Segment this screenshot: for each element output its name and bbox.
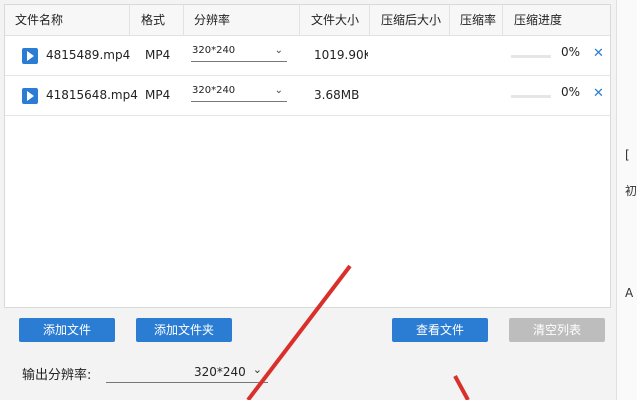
side-text: [ — [625, 148, 630, 162]
side-text: A — [625, 286, 634, 300]
file-format: MP4 — [145, 48, 171, 62]
progress-bar — [511, 55, 551, 58]
header-progress: 压缩进度 — [514, 13, 563, 27]
header-divider — [502, 5, 503, 35]
close-icon[interactable]: ✕ — [593, 46, 604, 61]
resolution-select[interactable]: 320*240 ⌄ — [191, 43, 287, 62]
clear-list-button[interactable]: 清空列表 — [509, 318, 605, 342]
add-file-button[interactable]: 添加文件 — [19, 318, 115, 342]
progress-bar — [511, 95, 551, 98]
table-row[interactable]: 41815648.mp4 MP4 320*240 ⌄ 3.68MB 0% ✕ — [5, 76, 610, 116]
video-compressor-window: 文件名称 格式 分辨率 文件大小 压缩后大小 压缩率 压缩进度 4815489.… — [0, 0, 616, 400]
table-row[interactable]: 4815489.mp4 MP4 320*240 ⌄ 1019.90KB 0% ✕ — [5, 36, 610, 76]
view-file-button[interactable]: 查看文件 — [392, 318, 488, 342]
output-resolution-select[interactable]: 320*240 ⌄ — [106, 362, 268, 383]
file-name: 41815648.mp4 — [46, 88, 138, 102]
header-resolution: 分辨率 — [194, 13, 231, 27]
progress-percent: 0% — [561, 45, 581, 59]
play-video-icon — [22, 48, 38, 64]
header-file-size: 文件大小 — [311, 13, 360, 27]
file-table: 文件名称 格式 分辨率 文件大小 压缩后大小 压缩率 压缩进度 4815489.… — [4, 4, 611, 308]
header-divider — [129, 5, 130, 35]
side-text: 初 — [625, 184, 637, 198]
play-video-icon — [22, 88, 38, 104]
chevron-down-icon: ⌄ — [252, 363, 262, 376]
output-resolution-row: 输出分辨率: 320*240 ⌄ — [20, 362, 268, 384]
chevron-down-icon: ⌄ — [274, 45, 283, 56]
header-ratio: 压缩率 — [460, 13, 497, 27]
chevron-down-icon: ⌄ — [274, 85, 283, 96]
file-size: 1019.90KB — [314, 48, 368, 62]
header-file-name: 文件名称 — [15, 13, 64, 27]
header-divider — [299, 5, 300, 35]
header-format: 格式 — [141, 13, 166, 27]
file-format: MP4 — [145, 88, 171, 102]
file-name: 4815489.mp4 — [46, 48, 131, 62]
header-compressed-size: 压缩后大小 — [381, 13, 442, 27]
close-icon[interactable]: ✕ — [593, 86, 604, 101]
header-divider — [369, 5, 370, 35]
progress-percent: 0% — [561, 85, 581, 99]
resolution-value: 320*240 — [192, 85, 236, 96]
resolution-value: 320*240 — [192, 45, 236, 56]
header-divider — [183, 5, 184, 35]
add-folder-button[interactable]: 添加文件夹 — [136, 318, 232, 342]
header-divider — [449, 5, 450, 35]
output-resolution-label: 输出分辨率: — [22, 368, 92, 383]
resolution-select[interactable]: 320*240 ⌄ — [191, 83, 287, 102]
table-header: 文件名称 格式 分辨率 文件大小 压缩后大小 压缩率 压缩进度 — [5, 5, 610, 36]
output-resolution-value: 320*240 — [194, 365, 246, 379]
file-size: 3.68MB — [314, 88, 360, 102]
background-window-edge: [ 初 A — [616, 0, 637, 400]
